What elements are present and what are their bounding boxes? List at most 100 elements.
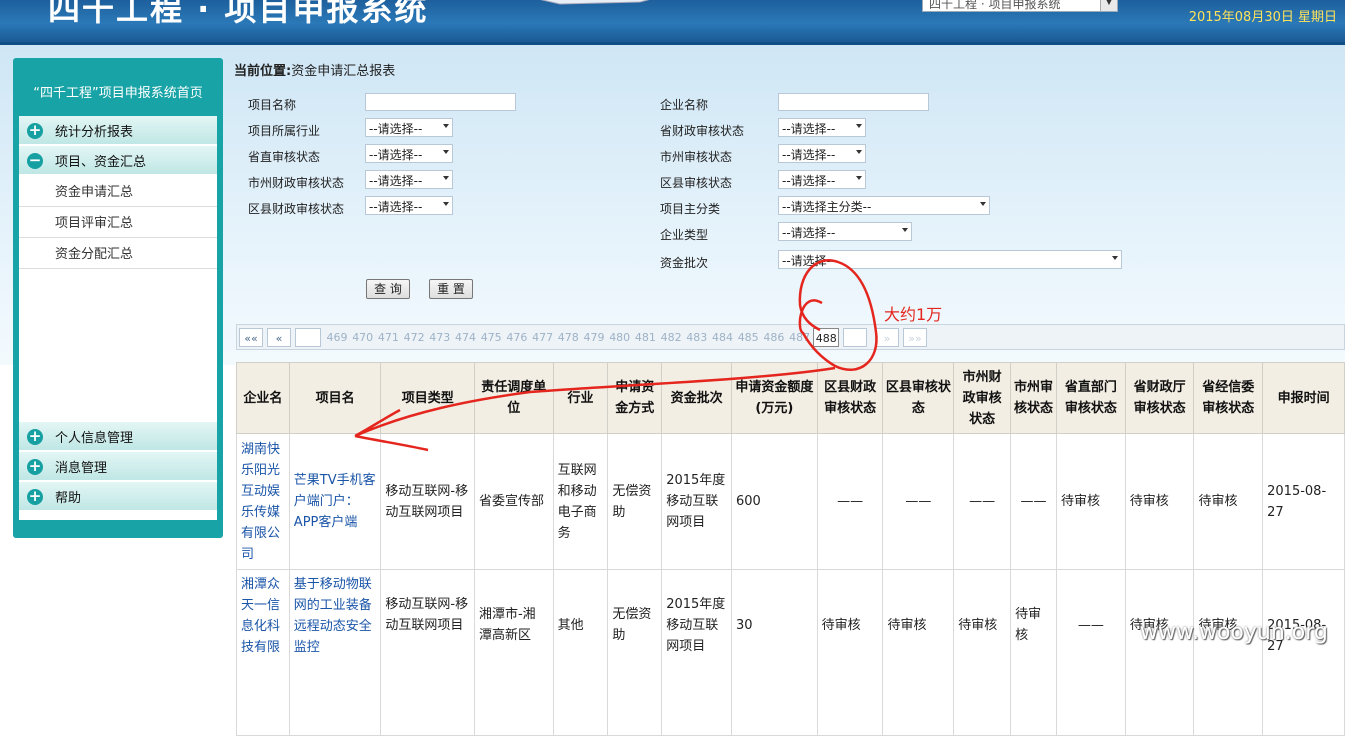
cell-city-fin-status: 待审核: [953, 569, 1012, 736]
menu-stats-reports[interactable]: + 统计分析报表: [19, 116, 217, 146]
plus-icon: +: [27, 457, 43, 475]
company-type-select[interactable]: --请选择--: [778, 222, 912, 241]
page-link[interactable]: 481: [633, 328, 657, 347]
sub-item-project-review[interactable]: 项目评审汇总: [19, 207, 217, 238]
menu-label: 帮助: [55, 491, 82, 506]
cell-prov-econ-status: 待审核: [1193, 433, 1264, 570]
chevron-down-icon: [443, 124, 449, 128]
menu-label: 项目、资金汇总: [55, 155, 147, 170]
project-link[interactable]: 基于移动物联网的工业装备远程动态安全监控: [288, 569, 382, 736]
cell-county-status: ——: [882, 433, 955, 570]
page-link[interactable]: 471: [376, 328, 400, 347]
cell-county-fin-status: ——: [816, 433, 884, 570]
th-dispatch-unit: 责任调度单位: [473, 362, 554, 434]
cell-fund-batch: 2015年度移动互联网项目: [661, 569, 733, 736]
label-prov-fin-status: 省财政审核状态: [660, 124, 745, 138]
page-link[interactable]: 480: [608, 328, 632, 347]
main-category-select[interactable]: --请选择主分类--: [778, 196, 990, 215]
county-fin-status-select[interactable]: --请选择--: [365, 196, 453, 215]
th-city-fin-status: 市州财政审核状态: [953, 362, 1012, 434]
prov-fin-status-select[interactable]: --请选择--: [778, 118, 866, 137]
breadcrumb-prefix: 当前位置:: [234, 64, 292, 79]
cell-fund-method: 无偿资助: [607, 569, 663, 736]
prov-dept-status-select[interactable]: --请选择--: [365, 144, 453, 163]
county-status-select[interactable]: --请选择--: [778, 170, 866, 189]
th-county-status: 区县审核状态: [882, 362, 955, 434]
label-county-fin-status: 区县财政审核状态: [248, 202, 345, 216]
page-link[interactable]: 485: [736, 328, 760, 347]
th-city-status: 市州审核状态: [1010, 362, 1057, 434]
company-link[interactable]: 湘潭众天一信息化科技有限: [236, 569, 290, 736]
fund-batch-select[interactable]: --请选择--: [778, 250, 1122, 269]
cell-prov-dept-status: ——: [1056, 569, 1126, 736]
minus-icon: −: [27, 151, 43, 169]
label-main-category: 项目主分类: [660, 202, 721, 216]
watermark: www.wooyun.org: [1140, 620, 1328, 645]
sidebar: “四千工程”项目申报系统首页 + 统计分析报表 − 项目、资金汇总 资金申请汇总…: [13, 58, 223, 538]
page-link[interactable]: 476: [505, 328, 529, 347]
first-page-button[interactable]: ««: [239, 328, 263, 347]
menu-help[interactable]: + 帮助: [19, 482, 217, 512]
menu-label: 消息管理: [55, 461, 108, 476]
project-link[interactable]: 芒果TV手机客户端门户：APP客户端: [288, 433, 382, 570]
system-select[interactable]: 四千工程 · 项目申报系统 ▼: [922, 0, 1118, 12]
label-company-name: 企业名称: [660, 98, 709, 112]
breadcrumb-current: 资金申请汇总报表: [291, 64, 396, 79]
plus-icon: +: [27, 121, 43, 139]
page-current[interactable]: 488: [813, 328, 840, 347]
page-link[interactable]: 483: [685, 328, 709, 347]
page-spacer: [295, 328, 321, 347]
sub-item-fund-allocation[interactable]: 资金分配汇总: [19, 238, 217, 269]
page-link[interactable]: 472: [402, 328, 426, 347]
page-link[interactable]: 473: [428, 328, 452, 347]
menu-messages[interactable]: + 消息管理: [19, 452, 217, 482]
industry-select[interactable]: --请选择--: [365, 118, 453, 137]
label-city-fin-status: 市州财政审核状态: [248, 176, 345, 190]
th-prov-econ-status: 省经信委审核状态: [1193, 362, 1264, 434]
prev-page-button[interactable]: «: [267, 328, 291, 347]
city-status-select[interactable]: --请选择--: [778, 144, 866, 163]
menu-project-fund-summary[interactable]: − 项目、资金汇总: [19, 146, 217, 176]
city-fin-status-select[interactable]: --请选择--: [365, 170, 453, 189]
th-amount: 申请资金额度(万元): [731, 362, 818, 434]
next-page-button[interactable]: »: [875, 328, 899, 347]
page-link[interactable]: 474: [454, 328, 478, 347]
cell-industry: 其他: [552, 569, 609, 736]
chevron-down-icon: [980, 202, 986, 206]
label-industry: 项目所属行业: [248, 124, 321, 138]
th-fund-batch: 资金批次: [661, 362, 733, 434]
page-link[interactable]: 482: [659, 328, 683, 347]
label-project-name: 项目名称: [248, 98, 297, 112]
cell-prov-econ-status: 待审核: [1193, 569, 1264, 736]
menu-label: 统计分析报表: [55, 125, 134, 140]
page-link[interactable]: 479: [582, 328, 606, 347]
cell-city-fin-status: ——: [953, 433, 1012, 570]
project-name-input[interactable]: [365, 93, 516, 111]
label-fund-batch: 资金批次: [660, 256, 709, 270]
sidebar-title[interactable]: “四千工程”项目申报系统首页: [19, 64, 217, 116]
label-prov-dept-status: 省直审核状态: [248, 150, 321, 164]
cell-fund-method: 无偿资助: [607, 433, 663, 570]
company-name-input[interactable]: [778, 93, 929, 111]
th-industry: 行业: [552, 362, 609, 434]
page-link[interactable]: 475: [479, 328, 503, 347]
cell-submit-time: 2015-08-27: [1262, 433, 1345, 570]
page-link[interactable]: 487: [788, 328, 812, 347]
last-page-button[interactable]: »»: [903, 328, 927, 347]
breadcrumb: 当前位置:资金申请汇总报表: [234, 60, 395, 79]
page-link[interactable]: 477: [531, 328, 555, 347]
page-link[interactable]: 469: [325, 328, 349, 347]
reset-button[interactable]: 重 置: [429, 279, 473, 299]
app-header: 四千工程 · 项目申报系统 四千工程 · 项目申报系统 ▼ 2015年08月30…: [0, 0, 1345, 42]
page-link[interactable]: 486: [762, 328, 786, 347]
table-row: 湘潭众天一信息化科技有限 基于移动物联网的工业装备远程动态安全监控 移动互联网-…: [236, 569, 1345, 736]
menu-personal-info[interactable]: + 个人信息管理: [19, 422, 217, 452]
page-link[interactable]: 470: [351, 328, 375, 347]
sub-item-fund-application[interactable]: 资金申请汇总: [19, 176, 217, 207]
fund-application-table: 企业名 项目名 项目类型 责任调度单位 行业 申请资金方式 资金批次 申请资金额…: [236, 362, 1345, 736]
query-button[interactable]: 查 询: [366, 279, 410, 299]
cell-dispatch-unit: 省委宣传部: [473, 433, 554, 570]
company-link[interactable]: 湖南快乐阳光互动娱乐传媒有限公司: [236, 433, 290, 570]
page-link[interactable]: 484: [711, 328, 735, 347]
page-link[interactable]: 478: [556, 328, 580, 347]
